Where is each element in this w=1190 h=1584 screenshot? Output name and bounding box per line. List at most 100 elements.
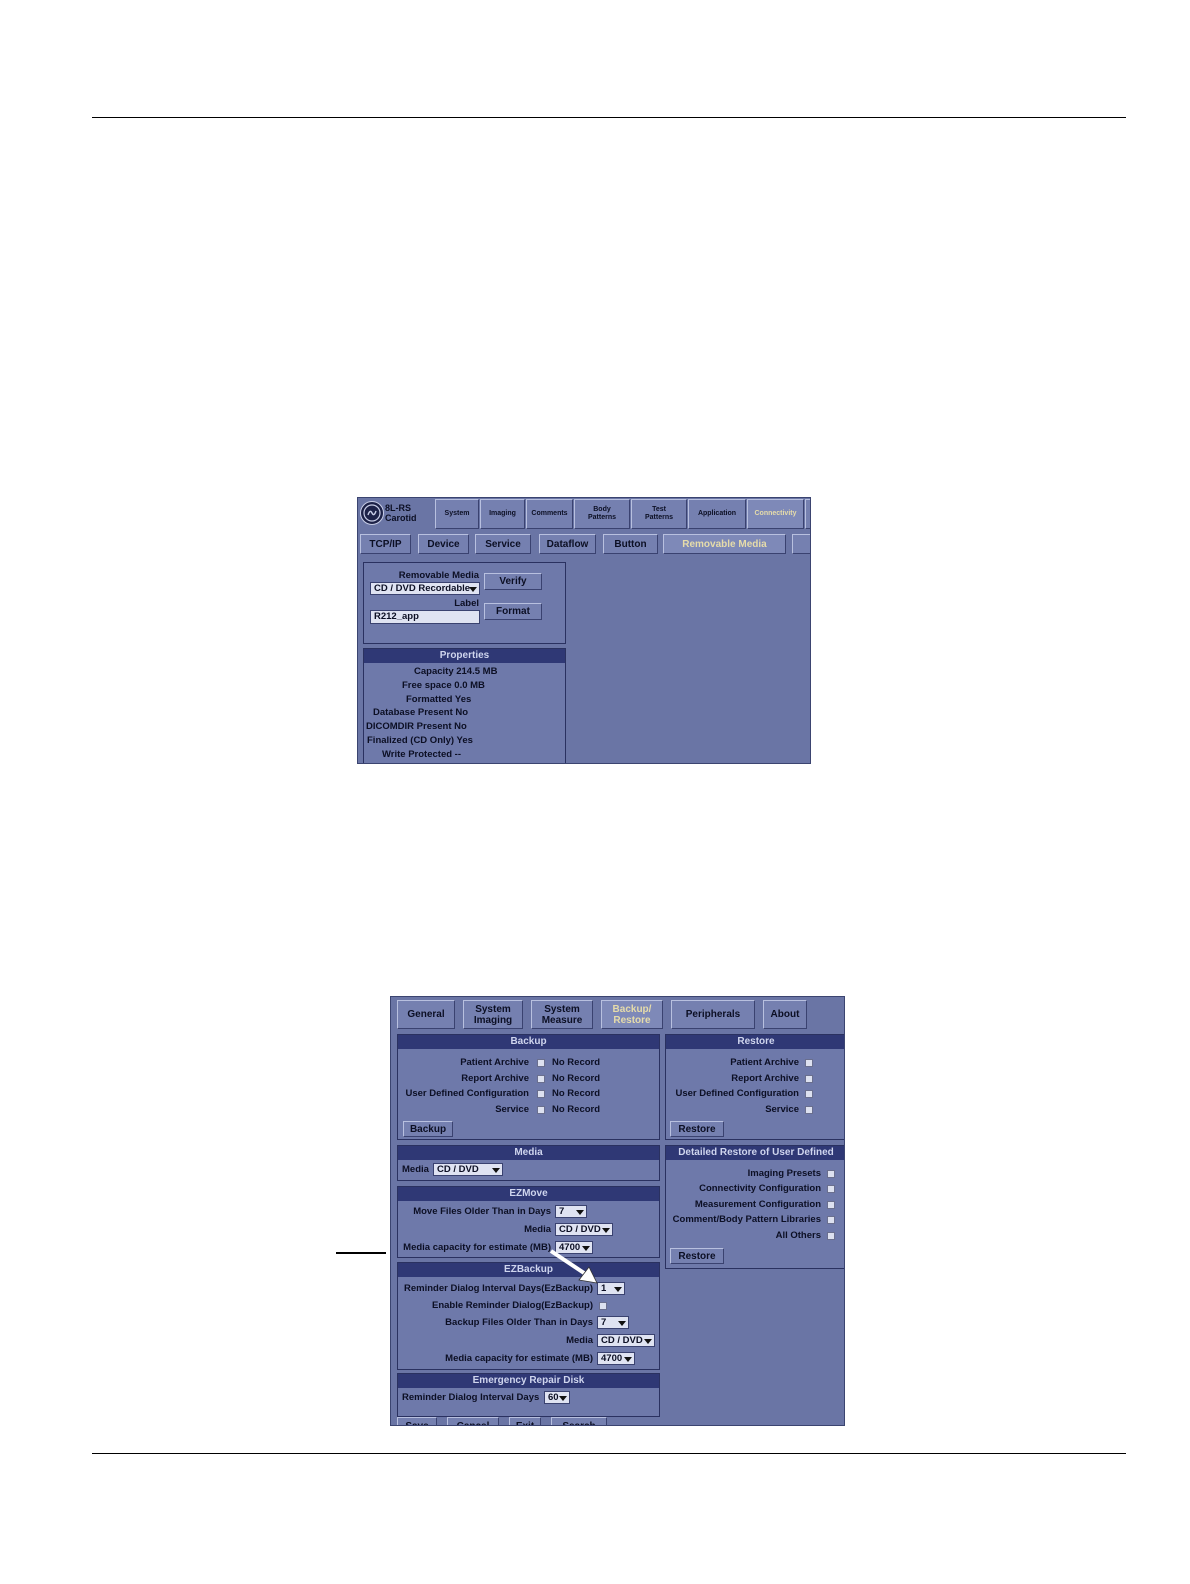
callout-line: [336, 1252, 386, 1254]
backup-user-config-checkbox[interactable]: [537, 1090, 545, 1098]
backup-patient-archive-status: No Record: [552, 1057, 601, 1068]
backup-user-config-label: User Defined Configuration: [405, 1088, 529, 1099]
tab-backup-restore[interactable]: Backup/ Restore: [601, 1000, 663, 1029]
backup-report-archive-checkbox[interactable]: [537, 1075, 545, 1083]
tab-body-patterns[interactable]: Body Patterns: [574, 499, 630, 529]
media-panel: Media Media CD / DVD: [397, 1145, 660, 1181]
backup-patient-archive-checkbox[interactable]: [537, 1059, 545, 1067]
media-header: Media: [398, 1146, 659, 1160]
ezmove-capacity-select[interactable]: 4700: [555, 1241, 593, 1254]
ezbackup-backup-value: 7: [601, 1317, 607, 1328]
properties-panel: Properties Capacity 214.5 MB Free space …: [363, 648, 566, 763]
ezbackup-reminder-label: Reminder Dialog Interval Days(EzBackup): [404, 1283, 593, 1294]
detailed-comment-body-label: Comment/Body Pattern Libraries: [672, 1214, 821, 1225]
subtab-dataflow[interactable]: Dataflow: [539, 534, 596, 554]
tab-imaging[interactable]: Imaging: [480, 499, 525, 529]
restore-service-checkbox[interactable]: [805, 1106, 813, 1114]
detailed-measurement-checkbox[interactable]: [827, 1201, 835, 1209]
detailed-restore-header: Detailed Restore of User Defined: [666, 1146, 844, 1160]
tab-test-patterns[interactable]: Test Patterns: [631, 499, 687, 529]
tab-connectivity[interactable]: Connectivity: [747, 499, 804, 529]
restore-report-archive-label: Report Archive: [731, 1073, 799, 1084]
ezbackup-reminder-select[interactable]: 1: [597, 1282, 625, 1295]
ezbackup-capacity-label: Media capacity for estimate (MB): [445, 1353, 593, 1364]
ezbackup-media-value: CD / DVD: [601, 1335, 643, 1346]
verify-button[interactable]: Verify: [484, 573, 542, 590]
properties-header: Properties: [364, 649, 565, 663]
backup-service-status: No Record: [552, 1104, 601, 1115]
backup-restore-screenshot: General System Imaging System Measure Ba…: [390, 996, 845, 1426]
chevron-down-icon: [576, 1210, 584, 1215]
chevron-down-icon: [582, 1246, 590, 1251]
label-input[interactable]: R212_app: [370, 610, 480, 624]
removable-media-label: Removable Media: [398, 570, 479, 581]
tab-application[interactable]: Application: [688, 499, 746, 529]
tab-more[interactable]: [805, 499, 810, 529]
detailed-connectivity-checkbox[interactable]: [827, 1185, 835, 1193]
restore-patient-archive-label: Patient Archive: [730, 1057, 799, 1068]
tab-about[interactable]: About: [763, 1000, 807, 1029]
ezbackup-capacity-select[interactable]: 4700: [597, 1352, 635, 1365]
format-button[interactable]: Format: [484, 603, 542, 620]
removable-media-screenshot: 8L-RS Carotid System Imaging Comments Bo…: [357, 497, 811, 764]
ezmove-media-select[interactable]: CD / DVD: [555, 1223, 613, 1236]
detailed-comment-body-checkbox[interactable]: [827, 1216, 835, 1224]
restore-report-archive-checkbox[interactable]: [805, 1075, 813, 1083]
restore-header: Restore: [666, 1035, 844, 1049]
ezbackup-enable-label: Enable Reminder Dialog(EzBackup): [431, 1300, 593, 1311]
subtab-more[interactable]: [792, 534, 810, 554]
backup-user-config-status: No Record: [552, 1088, 601, 1099]
search-button[interactable]: Search: [551, 1417, 607, 1425]
ezbackup-media-label: Media: [566, 1335, 593, 1346]
detailed-restore-panel: Detailed Restore of User Defined Imaging…: [665, 1145, 844, 1269]
tab-system-measure[interactable]: System Measure: [531, 1000, 593, 1029]
restore-user-config-checkbox[interactable]: [805, 1090, 813, 1098]
label-label: Label: [454, 598, 479, 609]
tab-system-imaging[interactable]: System Imaging: [463, 1000, 523, 1029]
backup-service-label: Service: [495, 1104, 529, 1115]
media-select[interactable]: CD / DVD: [433, 1163, 503, 1176]
media-select[interactable]: CD / DVD Recordable: [370, 582, 480, 595]
property-capacity: Capacity 214.5 MB: [414, 666, 498, 677]
tab-general[interactable]: General: [397, 1000, 455, 1029]
property-dicomdir-present: DICOMDIR Present No: [366, 721, 467, 732]
ezbackup-backup-select[interactable]: 7: [597, 1316, 629, 1329]
subtab-removable-media[interactable]: Removable Media: [663, 534, 786, 554]
cancel-button[interactable]: Cancel: [447, 1417, 499, 1425]
subtab-tcpip[interactable]: TCP/IP: [360, 534, 411, 554]
subtab-button[interactable]: Button: [603, 534, 658, 554]
erd-panel: Emergency Repair Disk Reminder Dialog In…: [397, 1373, 660, 1417]
detailed-all-others-checkbox[interactable]: [827, 1232, 835, 1240]
restore-patient-archive-checkbox[interactable]: [805, 1059, 813, 1067]
property-formatted: Formatted Yes: [406, 694, 472, 705]
detailed-imaging-presets-checkbox[interactable]: [827, 1170, 835, 1178]
ezbackup-reminder-value: 1: [601, 1283, 607, 1294]
backup-service-checkbox[interactable]: [537, 1106, 545, 1114]
tab-comments[interactable]: Comments: [526, 499, 573, 529]
ezmove-move-label: Move Files Older Than in Days: [413, 1206, 551, 1217]
ezbackup-enable-checkbox[interactable]: [599, 1302, 607, 1310]
erd-reminder-select[interactable]: 60: [544, 1391, 570, 1404]
header-rule: [92, 117, 1126, 118]
property-database-present: Database Present No: [373, 707, 469, 718]
chevron-down-icon: [492, 1168, 500, 1173]
save-button[interactable]: Save: [397, 1417, 437, 1425]
probe-name: 8L-RS: [385, 503, 412, 513]
ge-logo: [360, 501, 384, 525]
detailed-connectivity-label: Connectivity Configuration: [699, 1183, 821, 1194]
subtab-device[interactable]: Device: [418, 534, 469, 554]
erd-reminder-label: Reminder Dialog Interval Days: [402, 1392, 540, 1403]
backup-button[interactable]: Backup: [403, 1121, 453, 1137]
ezmove-move-select[interactable]: 7: [555, 1205, 587, 1218]
detailed-restore-button[interactable]: Restore: [670, 1248, 724, 1264]
ezmove-move-value: 7: [559, 1206, 565, 1217]
tab-peripherals[interactable]: Peripherals: [671, 1000, 755, 1029]
restore-button[interactable]: Restore: [670, 1121, 724, 1137]
ezbackup-media-select[interactable]: CD / DVD: [597, 1334, 655, 1347]
tab-system[interactable]: System: [435, 499, 479, 529]
subtab-service[interactable]: Service: [475, 534, 531, 554]
exit-button[interactable]: Exit: [509, 1417, 541, 1425]
ezbackup-capacity-value: 4700: [601, 1353, 623, 1364]
chevron-down-icon: [624, 1357, 632, 1362]
footer-rule: [92, 1453, 1126, 1454]
